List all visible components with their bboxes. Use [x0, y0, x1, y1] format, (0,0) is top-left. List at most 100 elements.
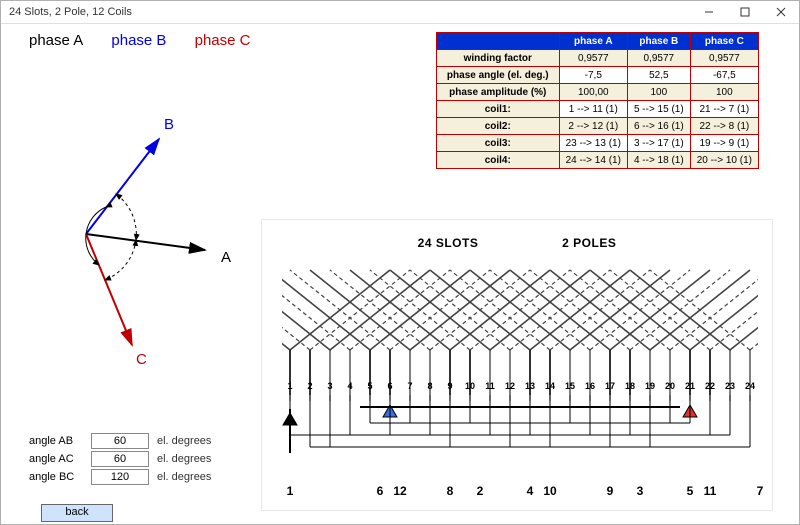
- svg-text:9: 9: [607, 484, 614, 498]
- svg-text:12: 12: [505, 381, 515, 391]
- cell-a: 23 --> 13 (1): [559, 135, 627, 152]
- table-row: phase angle (el. deg.)-7,552,5-67,5: [436, 67, 758, 84]
- angle-ac-row: angle AC el. degrees: [29, 450, 211, 468]
- angle-bc-label: angle BC: [29, 471, 91, 483]
- phasor-c-letter: C: [136, 351, 147, 368]
- angle-ab-field[interactable]: [91, 433, 149, 449]
- cell-a: 0,9577: [559, 50, 627, 67]
- cell-a: 24 --> 14 (1): [559, 152, 627, 169]
- table-row: coil4:24 --> 14 (1)4 --> 18 (1)20 --> 10…: [436, 152, 758, 169]
- svg-text:17: 17: [605, 381, 615, 391]
- row-header: coil1:: [436, 101, 559, 118]
- angle-ac-field[interactable]: [91, 451, 149, 467]
- row-header: coil2:: [436, 118, 559, 135]
- cell-b: 6 --> 16 (1): [627, 118, 690, 135]
- svg-text:8: 8: [447, 484, 454, 498]
- svg-text:7: 7: [407, 381, 412, 391]
- angle-ab-unit: el. degrees: [157, 435, 211, 447]
- svg-text:22: 22: [705, 381, 715, 391]
- cell-c: 22 --> 8 (1): [690, 118, 758, 135]
- row-header: coil4:: [436, 152, 559, 169]
- winding-diagram: 24 SLOTS 2 POLES 12345678910111213141516…: [261, 219, 773, 511]
- svg-text:13: 13: [525, 381, 535, 391]
- row-header: winding factor: [436, 50, 559, 67]
- cell-c: 20 --> 10 (1): [690, 152, 758, 169]
- cell-c: 19 --> 9 (1): [690, 135, 758, 152]
- diagram-title: 24 SLOTS 2 POLES: [262, 236, 772, 250]
- svg-text:20: 20: [665, 381, 675, 391]
- winding-svg: 1234567891011121314151617181920212223241…: [262, 220, 772, 510]
- svg-text:14: 14: [545, 381, 555, 391]
- svg-text:4: 4: [527, 484, 534, 498]
- cell-c: 21 --> 7 (1): [690, 101, 758, 118]
- svg-text:5: 5: [367, 381, 372, 391]
- maximize-button[interactable]: [727, 1, 763, 23]
- svg-text:5: 5: [687, 484, 694, 498]
- svg-text:4: 4: [347, 381, 352, 391]
- svg-text:21: 21: [685, 381, 695, 391]
- diagram-poles-label: 2 POLES: [562, 236, 616, 250]
- table-row: coil2:2 --> 12 (1)6 --> 16 (1)22 --> 8 (…: [436, 118, 758, 135]
- th-phase-a: phase A: [559, 33, 627, 50]
- th-phase-c: phase C: [690, 33, 758, 50]
- svg-text:15: 15: [565, 381, 575, 391]
- app-window: 24 Slots, 2 Pole, 12 Coils phase A phase…: [0, 0, 800, 525]
- svg-text:1: 1: [287, 484, 294, 498]
- angle-inputs: angle AB el. degrees angle AC el. degree…: [29, 432, 211, 486]
- minimize-button[interactable]: [691, 1, 727, 23]
- cell-b: 0,9577: [627, 50, 690, 67]
- th-blank: [436, 33, 559, 50]
- svg-text:10: 10: [465, 381, 475, 391]
- svg-text:2: 2: [477, 484, 484, 498]
- phase-b-label: phase B: [111, 32, 166, 49]
- svg-text:3: 3: [327, 381, 332, 391]
- angle-ab-row: angle AB el. degrees: [29, 432, 211, 450]
- svg-text:10: 10: [543, 484, 557, 498]
- results-table: phase A phase B phase C winding factor0,…: [436, 32, 759, 169]
- svg-text:6: 6: [387, 381, 392, 391]
- svg-text:1: 1: [287, 381, 292, 391]
- svg-text:12: 12: [393, 484, 407, 498]
- svg-text:19: 19: [645, 381, 655, 391]
- phasor-a-letter: A: [221, 249, 231, 266]
- svg-text:23: 23: [725, 381, 735, 391]
- close-button[interactable]: [763, 1, 799, 23]
- angle-ab-label: angle AB: [29, 435, 91, 447]
- phasor-b-letter: B: [164, 116, 174, 133]
- svg-text:18: 18: [625, 381, 635, 391]
- row-header: phase amplitude (%): [436, 84, 559, 101]
- angle-ac-unit: el. degrees: [157, 453, 211, 465]
- cell-a: 2 --> 12 (1): [559, 118, 627, 135]
- cell-a: -7,5: [559, 67, 627, 84]
- svg-text:11: 11: [704, 484, 717, 498]
- window-title: 24 Slots, 2 Pole, 12 Coils: [9, 6, 132, 18]
- row-header: coil3:: [436, 135, 559, 152]
- table-row: coil1:1 --> 11 (1)5 --> 15 (1)21 --> 7 (…: [436, 101, 758, 118]
- content-area: phase A phase B phase C A B C: [1, 24, 799, 525]
- cell-b: 5 --> 15 (1): [627, 101, 690, 118]
- angle-bc-field[interactable]: [91, 469, 149, 485]
- svg-text:11: 11: [485, 381, 495, 391]
- svg-text:3: 3: [637, 484, 644, 498]
- svg-text:24: 24: [745, 381, 755, 391]
- table-row: coil3:23 --> 13 (1)3 --> 17 (1)19 --> 9 …: [436, 135, 758, 152]
- cell-a: 1 --> 11 (1): [559, 101, 627, 118]
- svg-text:16: 16: [585, 381, 595, 391]
- cell-a: 100,00: [559, 84, 627, 101]
- svg-text:7: 7: [757, 484, 764, 498]
- diagram-slots-label: 24 SLOTS: [418, 236, 479, 250]
- cell-b: 52,5: [627, 67, 690, 84]
- svg-text:8: 8: [427, 381, 432, 391]
- phasor-diagram: A B C: [31, 64, 251, 374]
- back-button[interactable]: back: [41, 504, 113, 522]
- svg-text:9: 9: [447, 381, 452, 391]
- cell-b: 100: [627, 84, 690, 101]
- phase-legend: phase A phase B phase C: [29, 32, 274, 49]
- cell-b: 3 --> 17 (1): [627, 135, 690, 152]
- cell-b: 4 --> 18 (1): [627, 152, 690, 169]
- angle-bc-unit: el. degrees: [157, 471, 211, 483]
- th-phase-b: phase B: [627, 33, 690, 50]
- svg-text:6: 6: [377, 484, 384, 498]
- table-row: winding factor0,95770,95770,9577: [436, 50, 758, 67]
- cell-c: 100: [690, 84, 758, 101]
